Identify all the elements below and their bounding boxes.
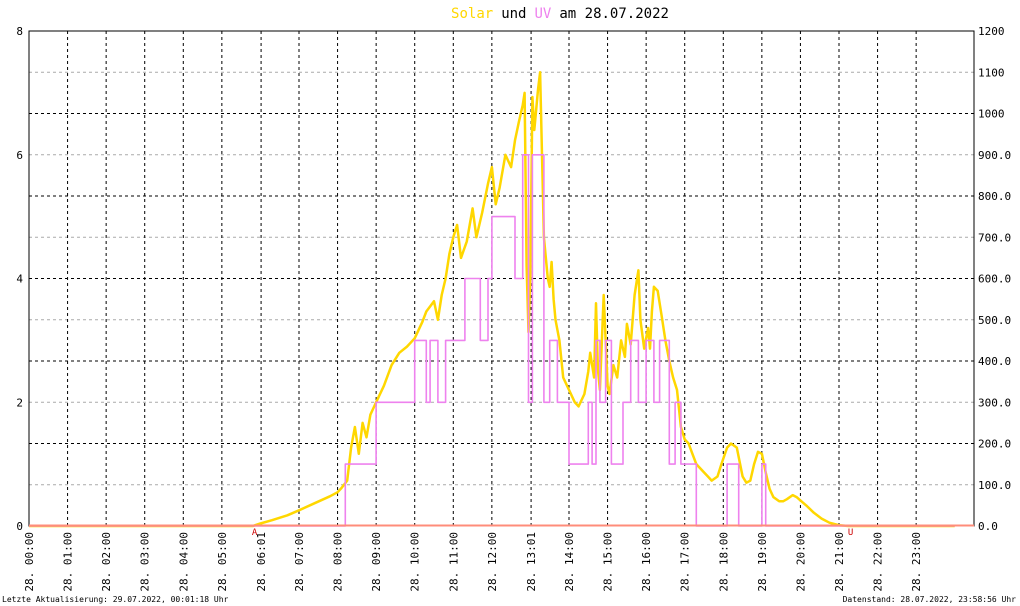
x-tick-label: 28. 16:00 xyxy=(640,532,653,592)
x-tick-label: 28. 03:00 xyxy=(139,532,152,592)
right-tick-label: 500.0 xyxy=(978,314,1011,327)
x-tick-label: 28. 18:00 xyxy=(717,532,730,592)
data-status-text: Datenstand: 28.07.2022, 23:58:56 Uhr xyxy=(842,595,1016,604)
x-tick-label: 28. 04:00 xyxy=(177,532,190,592)
right-tick-label: 900.0 xyxy=(978,149,1011,162)
x-tick-label: 28. 00:00 xyxy=(23,532,36,592)
series-layer xyxy=(29,71,974,528)
x-tick-label: 28. 12:00 xyxy=(486,532,499,592)
chart-canvas: Solar und UV am 28.07.2022 0.0 100.0 200.0 300… xyxy=(16,6,1011,592)
x-tick-label: 28. 06:01 xyxy=(255,532,268,592)
right-tick-label: 0.0 xyxy=(978,520,998,533)
title-solar: Solar xyxy=(451,6,493,22)
axis-labels: 0.0100.0200.0300.0400.0500.0600.0700.080… xyxy=(16,25,1011,592)
right-tick-label: 600.0 xyxy=(978,273,1011,286)
last-update-text: Letzte Aktualisierung: 29.07.2022, 00:01… xyxy=(2,595,229,604)
left-tick-label: 8 xyxy=(16,25,23,38)
right-tick-label: 800.0 xyxy=(978,190,1011,203)
x-tick-label: 28. 10:00 xyxy=(409,532,422,592)
chart-title: Solar und UV am 28.07.2022 xyxy=(451,6,669,22)
x-tick-label: 28. 02:00 xyxy=(100,532,113,592)
right-tick-label: 1100 xyxy=(978,66,1005,79)
left-tick-label: 0 xyxy=(16,520,23,533)
x-tick-label: 28. 08:00 xyxy=(332,532,345,592)
right-tick-label: 1200 xyxy=(978,25,1005,38)
right-tick-label: 400.0 xyxy=(978,355,1011,368)
x-tick-label: 28. 13:01 xyxy=(525,532,538,592)
axes xyxy=(28,30,975,527)
x-tick-label: 28. 09:00 xyxy=(370,532,383,592)
x-tick-label: 28. 05:00 xyxy=(216,532,229,592)
x-tick-label: 28. 19:00 xyxy=(756,532,769,592)
x-tick-label: 28. 01:00 xyxy=(62,532,75,592)
x-tick-label: 28. 15:00 xyxy=(602,532,615,592)
title-date: am 28.07.2022 xyxy=(559,6,669,22)
right-tick-label: 300.0 xyxy=(978,396,1011,409)
marker-label: A xyxy=(252,528,258,538)
left-tick-label: 4 xyxy=(16,273,23,286)
x-tick-label: 28. 17:00 xyxy=(679,532,692,592)
title-uv: UV xyxy=(535,6,552,22)
right-tick-label: 1000 xyxy=(978,108,1005,121)
x-tick-label: 28. 23:00 xyxy=(910,532,923,592)
marker-label: U xyxy=(848,528,853,538)
title-und: und xyxy=(501,6,526,22)
x-tick-label: 28. 21:00 xyxy=(833,532,846,592)
x-tick-label: 28. 20:00 xyxy=(794,532,807,592)
x-tick-label: 28. 11:00 xyxy=(447,532,460,592)
right-tick-label: 100.0 xyxy=(978,479,1011,492)
x-tick-label: 28. 14:00 xyxy=(563,532,576,592)
grid xyxy=(28,31,974,526)
x-tick-label: 28. 22:00 xyxy=(872,532,885,592)
left-tick-label: 6 xyxy=(16,149,23,162)
left-tick-label: 2 xyxy=(16,396,23,409)
right-tick-label: 700.0 xyxy=(978,231,1011,244)
plot-frame xyxy=(28,30,975,527)
x-tick-label: 28. 07:00 xyxy=(293,532,306,592)
right-tick-label: 200.0 xyxy=(978,438,1011,451)
